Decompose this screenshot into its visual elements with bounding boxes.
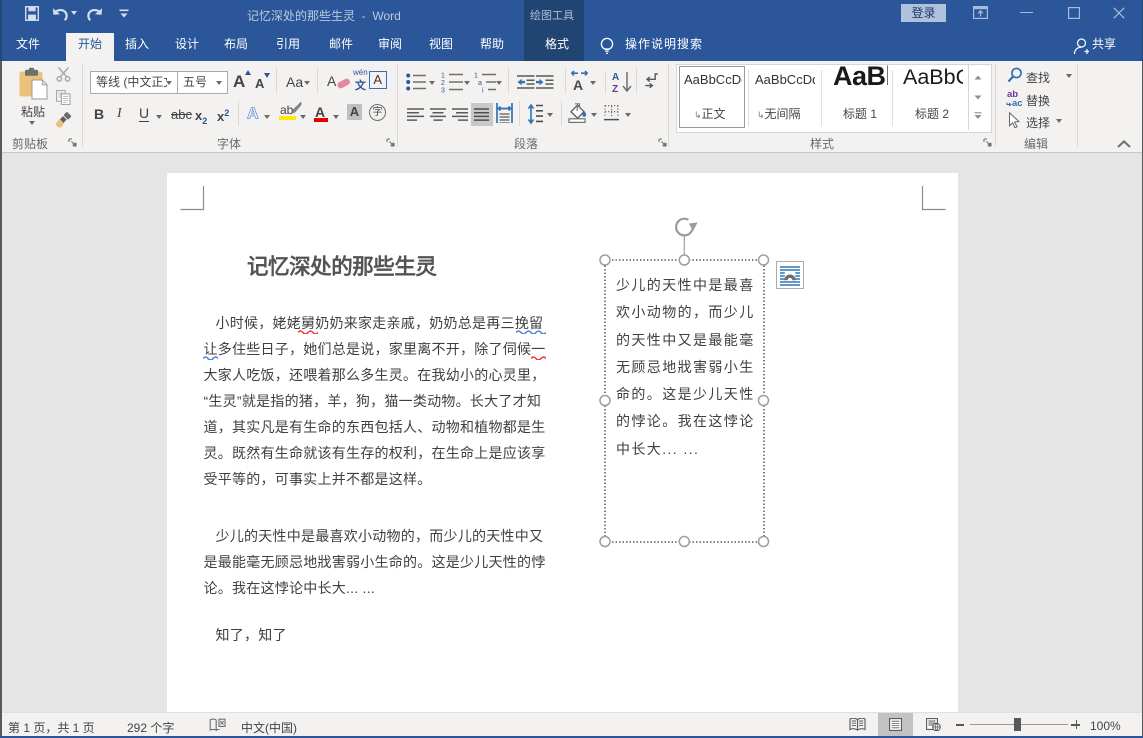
svg-text:i: i [482,88,484,94]
svg-text:3: 3 [441,88,445,94]
svg-text:Z: Z [612,84,618,94]
svg-text:A: A [612,72,619,83]
svg-text:A: A [573,77,583,92]
svg-text:ac: ac [1012,98,1023,107]
svg-text:1: 1 [474,73,478,80]
svg-text:1: 1 [441,73,445,80]
svg-text:A: A [247,106,259,123]
svg-text:a: a [478,80,482,87]
svg-text:2: 2 [441,80,445,87]
